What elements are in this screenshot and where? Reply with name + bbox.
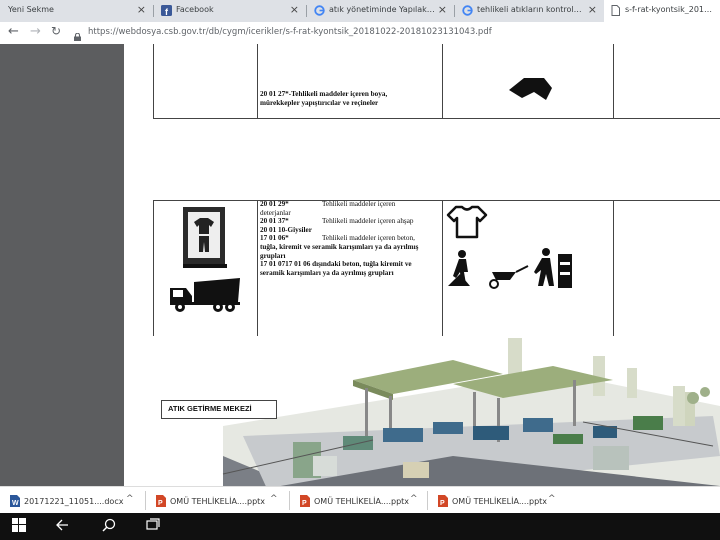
table-border xyxy=(613,44,614,118)
svg-text:P: P xyxy=(302,500,307,507)
word-file-icon: W xyxy=(10,495,20,507)
facility-label-box: ATIK GETİRME MEKEZİ xyxy=(161,400,277,419)
chevron-up-icon[interactable]: ^ xyxy=(126,494,134,504)
close-tab-icon[interactable]: × xyxy=(438,3,447,16)
tab-label: Yeni Sekme xyxy=(8,5,54,14)
pptx-file-icon: P xyxy=(156,495,166,507)
close-tab-icon[interactable]: × xyxy=(137,3,146,16)
url-field[interactable]: https://webdosya.csb.gov.tr/db/cygm/icer… xyxy=(88,27,492,37)
pptx-file-icon: P xyxy=(438,495,448,507)
waste-code-line: grupları xyxy=(260,251,286,260)
download-item[interactable]: P OMÜ TEHLİKELİA....pptx ^ xyxy=(428,487,568,514)
tab-new-tab[interactable]: Yeni Sekme × xyxy=(0,0,152,22)
waste-code-line: deterjanlar xyxy=(260,208,291,217)
waste-code-line: 20 01 10-Giysiler xyxy=(260,225,312,234)
download-filename: 20171221_11051....docx xyxy=(24,497,124,506)
table-border xyxy=(442,44,443,118)
tab-divider xyxy=(153,5,154,17)
svg-text:P: P xyxy=(440,500,445,507)
facebook-icon: f xyxy=(161,5,172,17)
reload-icon[interactable]: ↻ xyxy=(51,24,61,38)
chevron-up-icon[interactable]: ^ xyxy=(270,494,278,504)
waste-code-line: 17 01 06* Tehlikeli maddeler içeren beton… xyxy=(260,234,415,243)
tab-label: tehlikeli atıkların kontrolü yönetm xyxy=(477,5,585,14)
search-icon[interactable] xyxy=(102,518,116,537)
viewer-background xyxy=(0,44,124,486)
chevron-up-icon[interactable]: ^ xyxy=(548,494,556,504)
tab-label: atık yönetiminde Yapılak-Dal Grup xyxy=(329,5,435,14)
facility-label: ATIK GETİRME MEKEZİ xyxy=(168,404,252,413)
lock-icon xyxy=(74,28,81,41)
paint-can-icon xyxy=(509,78,552,100)
downloads-shelf: W 20171221_11051....docx ^ P OMÜ TEHLİKE… xyxy=(0,486,720,514)
construction-waste-icon xyxy=(448,248,572,289)
document-icon xyxy=(610,5,621,16)
tab-pdf-active[interactable]: s-f-rat-kyontsik_20181022 xyxy=(604,0,720,22)
download-filename: OMÜ TEHLİKELİA....pptx xyxy=(170,497,266,506)
dump-truck-icon xyxy=(170,278,240,312)
pptx-file-icon: P xyxy=(300,495,310,507)
table-border xyxy=(613,200,614,336)
google-icon xyxy=(314,5,325,16)
table-border xyxy=(257,44,258,118)
close-tab-icon[interactable]: × xyxy=(588,3,597,16)
download-item[interactable]: P OMÜ TEHLİKELİA....pptx ^ xyxy=(290,487,426,514)
waste-code-line: tuğla, kiremit ve seramik karışımları ya… xyxy=(260,242,419,251)
waste-code-line: 20 01 27*-Tehlikeli maddeler içeren boya… xyxy=(260,90,388,98)
back-arrow-icon[interactable]: ← xyxy=(8,24,19,39)
windows-start-icon[interactable] xyxy=(12,518,26,537)
table-border xyxy=(442,200,443,336)
address-bar: ← → ↻ https://webdosya.csb.gov.tr/db/cyg… xyxy=(0,22,720,45)
waste-code-line: 17 01 0717 01 06 dışındaki beton, tuğla … xyxy=(260,260,412,269)
download-filename: OMÜ TEHLİKELİA....pptx xyxy=(314,497,410,506)
tab-label: s-f-rat-kyontsik_20181022 xyxy=(625,5,716,14)
waste-code-line: 20 01 37* Tehlikeli maddeler içeren ahşap xyxy=(260,217,414,226)
svg-text:P: P xyxy=(158,500,163,507)
task-view-icon[interactable] xyxy=(146,518,160,537)
waste-code-line: seramik karışımları ya da ayrılmış grupl… xyxy=(260,268,394,277)
windows-taskbar xyxy=(0,513,720,540)
clothing-donation-bin-icon xyxy=(183,207,227,268)
tab-divider xyxy=(454,5,455,17)
google-icon xyxy=(462,5,473,16)
svg-text:W: W xyxy=(12,500,19,507)
waste-code-list: 20 01 29* Tehlikeli maddeler içeren deter… xyxy=(260,200,440,277)
waste-description-line: mürekkepler yapıştırıcılar ve reçineler xyxy=(260,99,379,107)
table-border xyxy=(257,200,258,336)
tab-google-search-2[interactable]: tehlikeli atıkların kontrolü yönetm × xyxy=(456,0,603,22)
tab-label: Facebook xyxy=(176,5,214,14)
t-shirt-icon xyxy=(446,205,488,239)
tab-facebook[interactable]: f Facebook × xyxy=(155,0,305,22)
pdf-page-1: 20 01 27*-Tehlikeli maddeler içeren boya… xyxy=(124,44,720,153)
download-filename: OMÜ TEHLİKELİA....pptx xyxy=(452,497,548,506)
download-item[interactable]: W 20171221_11051....docx ^ xyxy=(0,487,144,514)
chevron-up-icon[interactable]: ^ xyxy=(410,494,418,504)
tab-google-search-1[interactable]: atık yönetiminde Yapılak-Dal Grup × xyxy=(308,0,453,22)
table-border xyxy=(153,118,720,119)
download-item[interactable]: P OMÜ TEHLİKELİA....pptx ^ xyxy=(146,487,288,514)
close-tab-icon[interactable]: × xyxy=(290,3,299,16)
tab-divider xyxy=(306,5,307,17)
back-arrow-icon[interactable] xyxy=(56,518,70,537)
pdf-viewer[interactable]: 20 01 27*-Tehlikeli maddeler içeren boya… xyxy=(0,44,720,486)
pdf-page-2: 20 01 29* Tehlikeli maddeler içeren deter… xyxy=(124,142,720,486)
waste-code-line: 20 01 29* Tehlikeli maddeler içeren xyxy=(260,200,396,208)
table-border xyxy=(153,44,154,118)
forward-arrow-icon[interactable]: → xyxy=(30,24,41,39)
browser-tab-strip: Yeni Sekme × f Facebook × atık yönetimin… xyxy=(0,0,720,22)
